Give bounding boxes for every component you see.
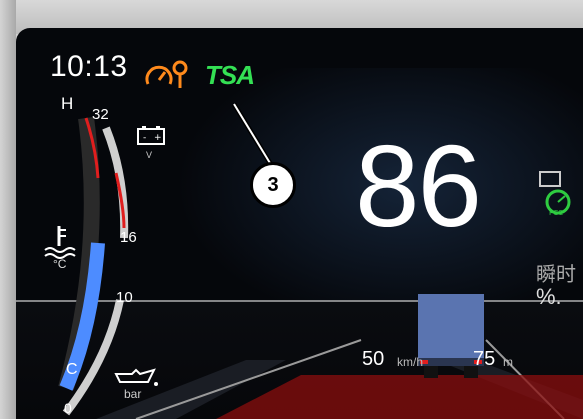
voltage-max-label: 32: [92, 106, 109, 123]
voltage-unit-label: V: [146, 150, 153, 160]
instant-consumption-label: 瞬时: [536, 264, 576, 286]
oil-unit-label: bar: [124, 387, 142, 401]
instrument-screen: - + PCC: [16, 28, 583, 419]
clock-time: 10:13: [50, 50, 128, 83]
oil-max-label: 10: [116, 289, 133, 306]
acc-set-speed: 50: [362, 348, 385, 370]
acc-set-speed-unit: km/h: [397, 355, 424, 369]
dashboard-photo: - + PCC 10:13 TSA 86 3 H 32 16 10 C 0 V …: [0, 0, 583, 419]
callout-leader-line: [231, 102, 276, 170]
coolant-low-label: C: [66, 361, 78, 378]
callout-marker: 3: [250, 162, 296, 208]
oil-min-label: 0: [64, 400, 72, 416]
coolant-high-label: H: [61, 94, 74, 113]
instant-consumption-value: %.: [536, 284, 562, 309]
vehicle-speed: 86: [355, 121, 482, 251]
coolant-unit-label: °C: [53, 257, 67, 271]
bezel-left: [0, 0, 16, 419]
acc-gap-unit: m: [503, 355, 513, 369]
voltage-min-label: 16: [120, 229, 137, 246]
acc-gap-distance: 75: [473, 348, 496, 370]
tsa-indicator: TSA: [205, 60, 255, 90]
